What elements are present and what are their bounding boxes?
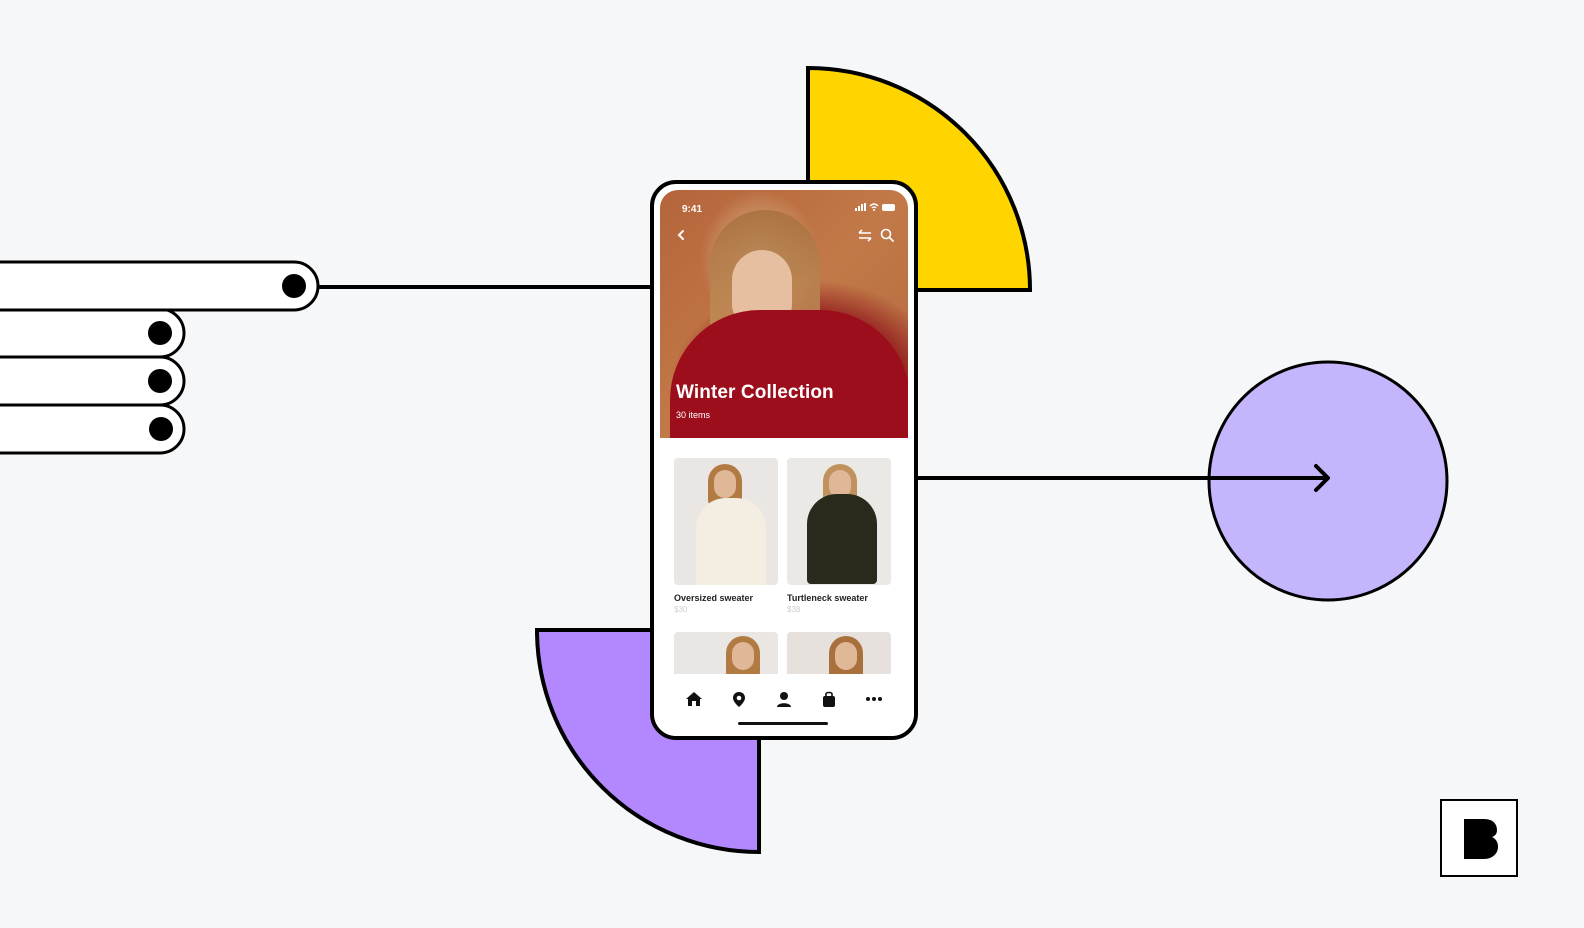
model-head <box>835 642 857 670</box>
search-icon[interactable] <box>880 228 894 242</box>
battery-icon <box>882 203 895 211</box>
model-sweater <box>807 494 877 584</box>
pill-dot-2 <box>148 321 172 345</box>
product-card[interactable]: Turtleneck sweater $38 <box>787 458 891 614</box>
back-button[interactable] <box>676 228 686 246</box>
chevron-left-icon <box>677 230 684 240</box>
model-head <box>714 470 736 498</box>
filter-icon[interactable] <box>858 228 872 242</box>
user-icon <box>777 691 791 707</box>
model-sweater <box>696 498 766 585</box>
more-icon <box>866 697 882 701</box>
pill-1 <box>0 260 320 312</box>
header-actions <box>858 228 894 242</box>
home-icon <box>686 692 702 706</box>
phone-mockup: 9:41 Winter Collection 30 items Oversize… <box>650 180 918 740</box>
tab-home[interactable] <box>683 688 705 710</box>
home-indicator <box>738 722 828 725</box>
hero-item-count: 30 items <box>676 410 711 420</box>
product-price: $30 <box>674 605 688 614</box>
brand-b-icon <box>1464 819 1498 859</box>
hero-title: Winter Collection <box>676 382 834 403</box>
pill-dot-1 <box>282 274 306 298</box>
status-icons <box>855 203 896 211</box>
hero-banner[interactable]: 9:41 Winter Collection 30 items <box>660 190 908 438</box>
tab-more[interactable] <box>863 688 885 710</box>
status-time: 9:41 <box>682 204 703 215</box>
stacked-pills <box>0 260 320 455</box>
product-name: Turtleneck sweater <box>787 593 868 603</box>
tab-location[interactable] <box>728 688 750 710</box>
tab-profile[interactable] <box>773 688 795 710</box>
tab-bar <box>654 674 914 736</box>
tab-bag[interactable] <box>818 688 840 710</box>
pill-dot-3 <box>148 369 172 393</box>
product-price: $38 <box>787 605 801 614</box>
product-image <box>674 458 778 585</box>
location-pin-icon <box>733 691 745 707</box>
lavender-circle <box>1207 360 1449 602</box>
pill-dot-4 <box>149 417 173 441</box>
product-image <box>787 458 891 585</box>
brand-logo <box>1440 799 1518 877</box>
product-card[interactable]: Oversized sweater $30 <box>674 458 778 614</box>
wifi-icon <box>869 203 879 211</box>
product-name: Oversized sweater <box>674 593 754 603</box>
shopping-bag-icon <box>823 691 835 707</box>
model-head <box>732 642 754 670</box>
signal-icon <box>855 203 866 211</box>
